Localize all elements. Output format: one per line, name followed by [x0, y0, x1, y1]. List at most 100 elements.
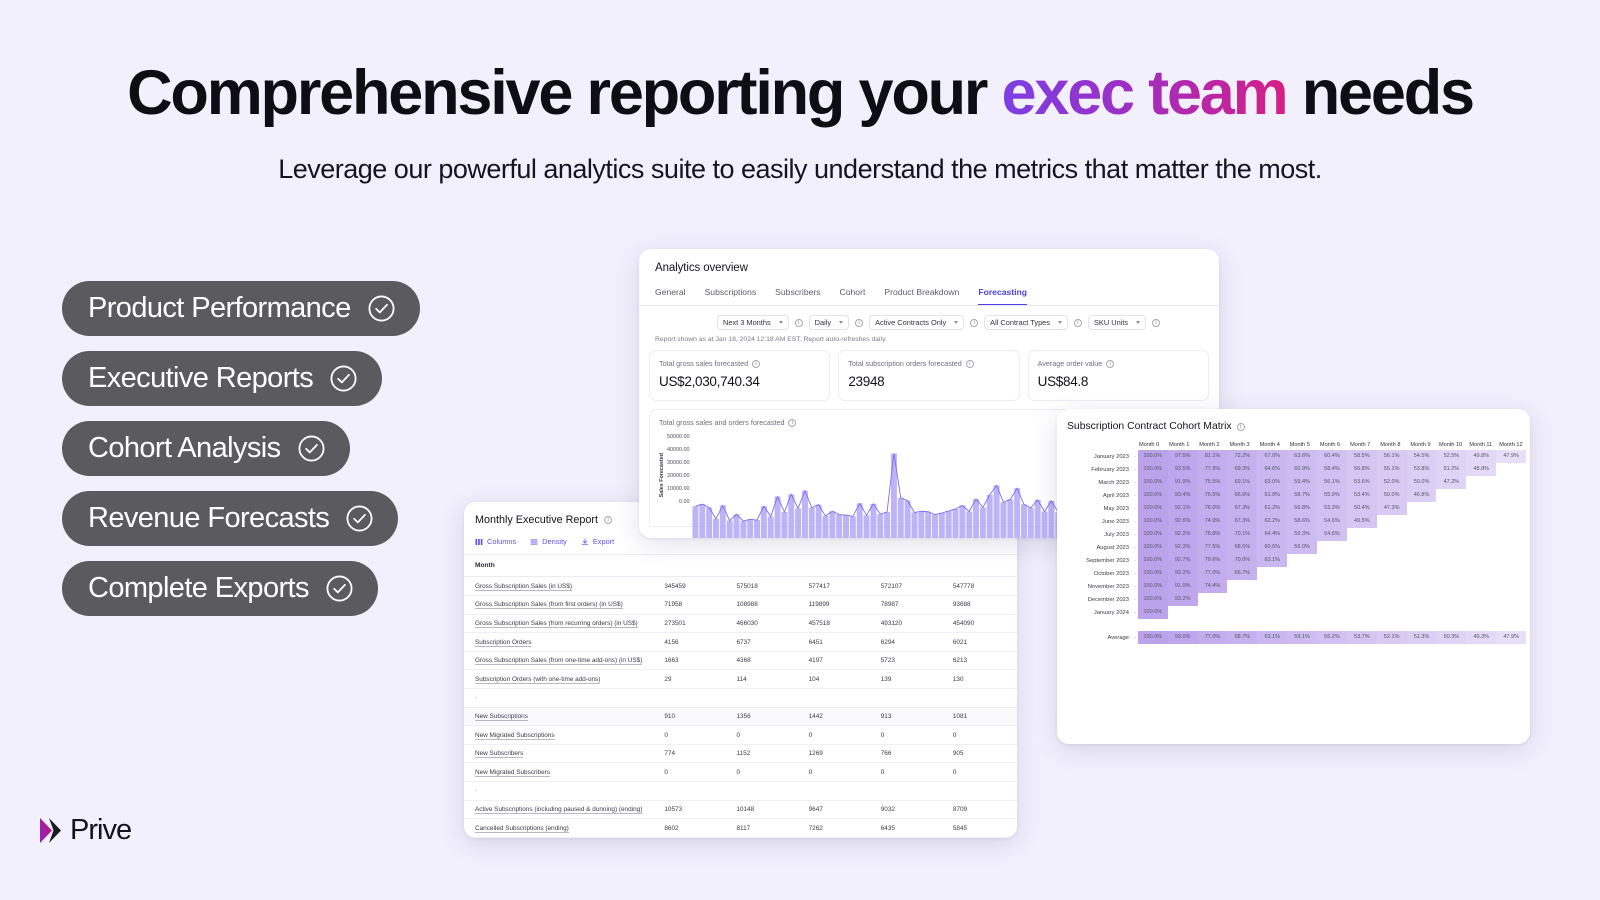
cohort-cell: 50.4% — [1346, 502, 1377, 515]
kpi-card-2: Total subscription orders forecasted i 239… — [838, 350, 1020, 401]
prive-arrow-icon — [40, 817, 61, 843]
report-row-label: New Migrated Subscribers — [464, 762, 657, 783]
table-row: Active Subscriptions (including paused &… — [464, 800, 1017, 820]
cohort-matrix-title-text: Subscription Contract Cohort Matrix — [1067, 421, 1232, 432]
cohort-cell: 56.1% — [1376, 450, 1407, 463]
report-cell: 345459 — [656, 577, 729, 597]
info-icon[interactable]: i — [855, 318, 864, 327]
cohort-cell — [1257, 567, 1287, 580]
info-icon[interactable]: i — [1152, 318, 1161, 327]
report-export-button[interactable]: Export — [581, 537, 614, 546]
report-columns-button[interactable]: Columns — [475, 537, 516, 546]
cohort-cell: 100.0% — [1137, 554, 1168, 567]
cohort-cell — [1466, 606, 1496, 619]
feature-pill-2[interactable]: Executive Reports — [62, 351, 383, 406]
info-icon[interactable]: i — [794, 318, 803, 327]
cohort-cell: 93.2% — [1167, 567, 1198, 580]
cohort-cell: 74.9% — [1197, 515, 1228, 528]
report-row-label: New Subscribers — [464, 744, 657, 764]
report-row-label: - — [464, 781, 657, 801]
cohort-column-header: Month 2 — [1199, 442, 1220, 448]
table-row: Gross Subscription Sales (from recurring… — [464, 614, 1017, 634]
cohort-row-cells: 100.0% — [1137, 606, 1526, 619]
cohort-cell: 100.0% — [1137, 476, 1168, 489]
chart-y-tick: 10000.00 — [667, 486, 690, 492]
tab-forecasting[interactable]: Forecasting — [978, 287, 1028, 305]
feature-pill-1[interactable]: Product Performance — [62, 281, 420, 336]
info-icon[interactable]: i — [970, 318, 979, 327]
cohort-cell — [1436, 502, 1466, 515]
report-row-label-text: Gross Subscription Sales (in US$) — [475, 582, 572, 591]
report-cell: 4197 — [800, 651, 873, 671]
report-cell: 114 — [728, 669, 801, 690]
cohort-average-cell: 56.2% — [1317, 631, 1347, 644]
tab-cohort[interactable]: Cohort — [840, 287, 866, 305]
cohort-average-cell: 50.3% — [1436, 631, 1467, 644]
cohort-row-label: February 2023 — [1091, 466, 1129, 473]
cohort-row-cells: 100.0% 91.9% 75.5% 69.1% 63.0% 59.4% 56.1% 53.6… — [1137, 476, 1526, 489]
cohort-cell: 59.4% — [1287, 476, 1318, 489]
cohort-cell: 92.3% — [1167, 541, 1198, 554]
cohort-row: June 2023-100.0% 92.6% 74.9% 67.3% 62.2% 58.6… — [1061, 515, 1526, 528]
report-row-label-text: Gross Subscription Sales (from first ord… — [475, 601, 623, 610]
table-row: New Subscriptions 910 1356 1442 913 1081 — [464, 707, 1017, 727]
chart-y-ticks: 50000.00 40000.00 30000.00 20000.00 10000.00… — [665, 434, 692, 516]
report-cell: 5723 — [872, 651, 945, 671]
cohort-cell: 56.0% — [1287, 541, 1318, 554]
cohort-cell: 74.4% — [1197, 580, 1228, 593]
report-cell: 71958 — [656, 595, 729, 615]
feature-pill-3[interactable]: Cohort Analysis — [62, 421, 350, 476]
cohort-cell — [1257, 593, 1287, 606]
info-icon[interactable]: i — [604, 516, 613, 524]
tab-subscriptions[interactable]: Subscriptions — [705, 287, 757, 305]
prive-logo[interactable]: Prive — [36, 814, 132, 847]
info-icon[interactable]: i — [788, 418, 797, 427]
report-table: Gross Subscription Sales (in US$) 345459 5… — [464, 577, 1017, 838]
info-icon[interactable]: i — [1074, 318, 1082, 327]
cohort-column-header: Month 10 — [1438, 442, 1463, 448]
cohort-cell — [1466, 502, 1496, 515]
filter-select-2[interactable]: Daily — [808, 315, 850, 330]
cohort-cell — [1436, 489, 1466, 502]
filter-select-3[interactable]: Active Contracts Only — [869, 315, 965, 330]
cohort-cell: 63.6% — [1287, 450, 1318, 463]
cohort-row-label: January 2024 — [1093, 609, 1129, 616]
filter-select-4[interactable]: All Contract Types — [984, 315, 1068, 330]
report-row-label-text: New Subscribers — [475, 750, 524, 759]
info-icon[interactable]: i — [752, 359, 761, 368]
filter-select-1[interactable]: Next 3 Months — [717, 315, 789, 330]
report-cell: 913 — [872, 707, 945, 727]
info-icon[interactable]: i — [1236, 422, 1245, 431]
report-cell: 0 — [872, 725, 945, 745]
report-density-button[interactable]: Density — [530, 537, 567, 546]
cohort-cell — [1466, 476, 1496, 489]
report-row-label-text: Gross Subscription Sales (from one-time … — [475, 657, 643, 666]
kpi-value: US$2,030,740.34 — [659, 374, 760, 389]
tab-general[interactable]: General — [655, 287, 686, 305]
cohort-cell: 56.8% — [1287, 502, 1318, 515]
cohort-cell — [1496, 606, 1526, 619]
feature-pill-5[interactable]: Complete Exports — [62, 561, 378, 616]
cohort-cell: 66.6% — [1227, 489, 1258, 502]
filter-select-5[interactable]: SKU Units — [1088, 315, 1147, 330]
kpi-label: Average order value i — [1038, 359, 1199, 368]
info-icon[interactable]: i — [1106, 359, 1115, 368]
info-icon[interactable]: i — [965, 359, 974, 368]
cohort-column-header: Month 1 — [1169, 442, 1190, 448]
report-row-label: New Subscriptions — [464, 707, 657, 727]
cohort-cell — [1347, 593, 1377, 606]
report-cell: 7262 — [800, 818, 873, 838]
cohort-cell: 58.4% — [1317, 463, 1347, 476]
tab-subscribers[interactable]: Subscribers — [775, 287, 820, 305]
cohort-cell: 93.2% — [1167, 593, 1198, 606]
cohort-cell — [1496, 580, 1526, 593]
feature-pill-4[interactable]: Revenue Forecasts — [62, 491, 399, 546]
cohort-cell — [1407, 515, 1437, 528]
cohort-cell: 100.0% — [1137, 528, 1168, 541]
report-cell: 6021 — [944, 632, 1017, 652]
tab-product-breakdown[interactable]: Product Breakdown — [884, 287, 959, 305]
cohort-cell: 67.3% — [1227, 502, 1258, 515]
cohort-cell: 77.0% — [1197, 567, 1228, 580]
page-title-part2: needs — [1286, 58, 1475, 128]
cohort-row: October 2023-100.0% 93.2% 77.0% 66.7% — [1061, 567, 1526, 580]
